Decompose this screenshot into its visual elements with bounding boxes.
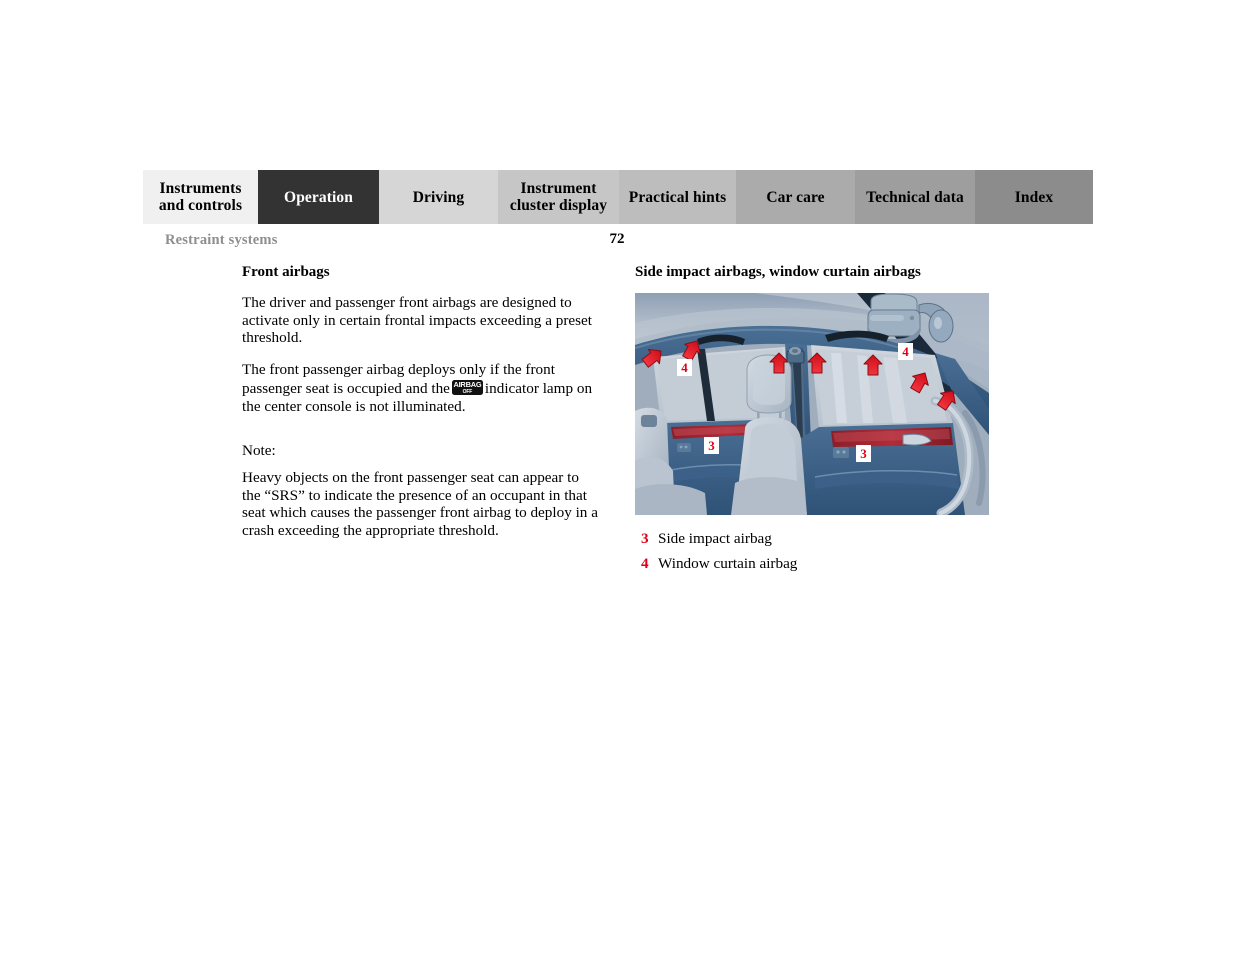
legend-item: 3 Side impact airbag [641,530,981,548]
svg-text:4: 4 [902,344,909,359]
tab-instrument-cluster-display[interactable]: Instrument cluster display [498,170,619,224]
front-airbags-paragraph-2: The front passenger airbag deploys only … [242,361,598,416]
callout-4-left: 4 [677,359,692,376]
front-airbags-paragraph-1: The driver and passenger front airbags a… [242,294,593,347]
tab-label: Index [1014,188,1054,206]
tab-label: Instruments and controls [158,180,243,214]
tab-label: Car care [766,188,825,206]
tab-car-care[interactable]: Car care [736,170,855,224]
right-column: Side impact airbags, window curtain airb… [635,263,995,294]
tab-label: Practical hints [628,188,727,206]
svg-text:3: 3 [708,438,715,453]
page-number: 72 [609,231,625,247]
car-interior-illustration: 4 4 3 3 [635,293,989,515]
note-text: Heavy objects on the front passenger sea… [242,469,598,539]
tab-label: Instrument cluster display [509,180,608,214]
tab-operation[interactable]: Operation [258,170,379,224]
svg-text:4: 4 [681,360,688,375]
legend-number: 4 [641,555,649,572]
note-label: Note: [242,441,276,459]
svg-text:3: 3 [860,446,867,461]
tab-label: Operation [284,188,353,206]
tab-instruments-and-controls[interactable]: Instruments and controls [143,170,258,224]
tab-index[interactable]: Index [975,170,1093,224]
callout-3-left: 3 [704,437,719,454]
callout-3-right: 3 [856,445,871,462]
tab-driving[interactable]: Driving [379,170,498,224]
running-head: Restraint systems [165,232,278,248]
left-column: Front airbags The driver and passenger f… [242,263,598,540]
legend-number: 3 [641,530,649,547]
tab-label: Driving [412,188,465,206]
airbag-icon-sublabel: OFF [462,388,473,395]
airbag-off-icon: AIRBAG OFF [451,380,483,396]
front-airbags-heading: Front airbags [242,264,330,280]
tab-label: Technical data [866,188,964,206]
tab-technical-data[interactable]: Technical data [855,170,975,224]
airbag-icon-label: AIRBAG [453,380,482,389]
legend-label: Side impact airbag [658,530,772,547]
legend-label: Window curtain airbag [658,555,798,572]
callout-4-right: 4 [898,343,913,360]
tab-practical-hints[interactable]: Practical hints [619,170,736,224]
figure-legend: 3 Side impact airbag 4 Window curtain ai… [641,530,981,580]
legend-item: 4 Window curtain airbag [641,555,981,573]
section-tab-bar: Instruments and controls Operation Drivi… [143,170,1093,224]
side-impact-airbags-heading: Side impact airbags, window curtain airb… [635,264,921,280]
